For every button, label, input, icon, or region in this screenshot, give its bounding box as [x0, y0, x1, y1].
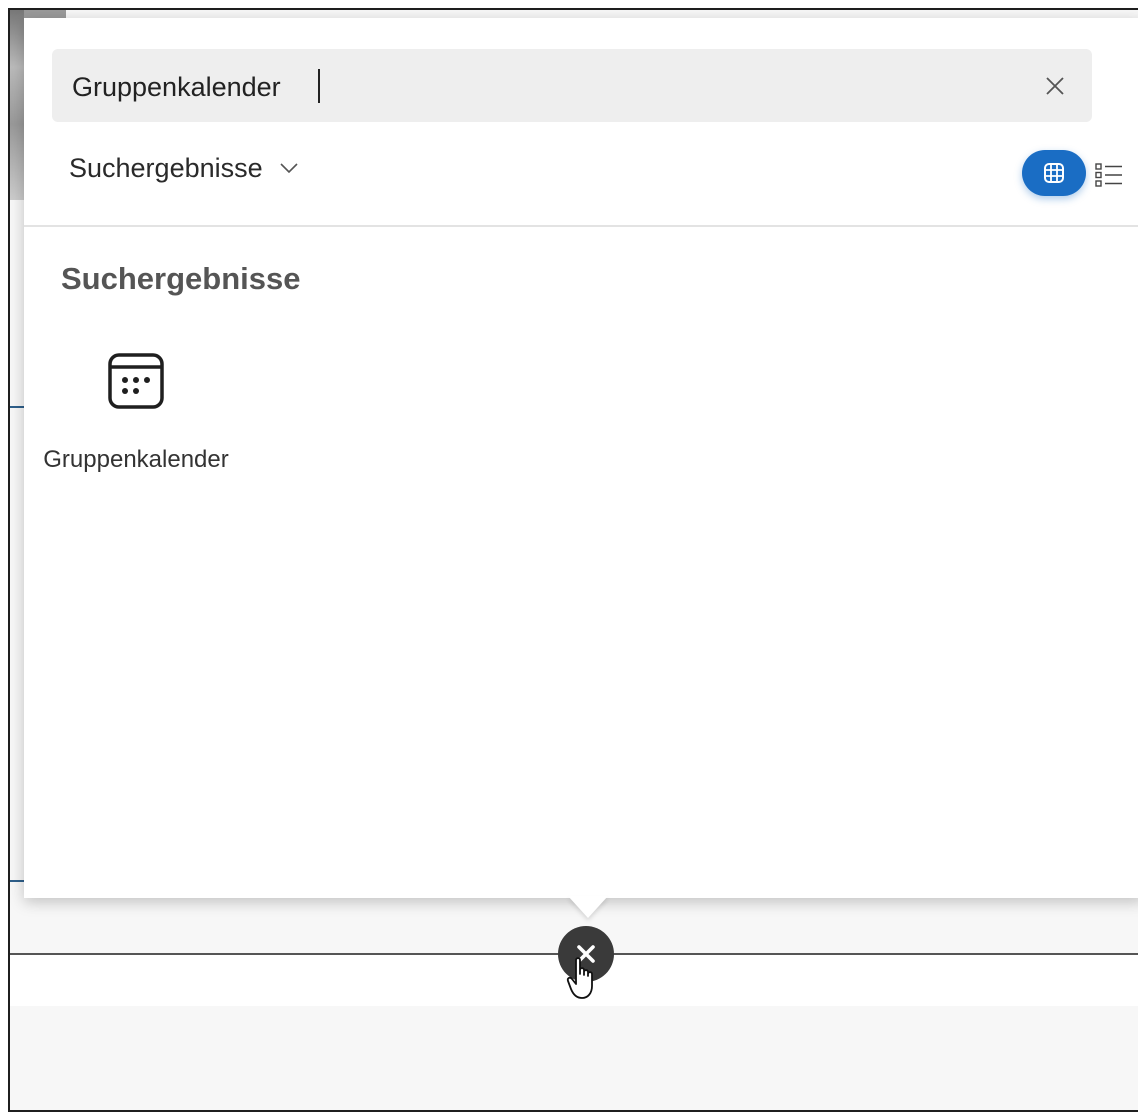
- result-item-label: Gruppenkalender: [43, 446, 229, 473]
- close-icon: [577, 945, 595, 963]
- background-accent-line: [10, 406, 24, 408]
- search-box: [52, 49, 1092, 122]
- grid-view-icon: [1044, 163, 1064, 183]
- calendar-icon: [108, 353, 164, 409]
- header-divider: [24, 225, 1138, 227]
- search-popup: Suchergebnisse Suchergebnisse G: [24, 18, 1138, 898]
- search-scope-dropdown[interactable]: Suchergebnisse: [69, 150, 299, 186]
- background-accent-line: [10, 880, 24, 882]
- close-icon: [1046, 77, 1064, 95]
- chevron-down-icon: [280, 163, 298, 174]
- results-heading: Suchergebnisse: [61, 261, 301, 296]
- result-item[interactable]: Gruppenkalender: [38, 343, 234, 533]
- list-view-icon: [1095, 163, 1122, 187]
- close-search-button[interactable]: [558, 926, 614, 982]
- search-input[interactable]: [70, 67, 974, 107]
- popup-pointer: [568, 896, 608, 918]
- grid-view-button[interactable]: [1022, 150, 1086, 196]
- text-caret: [318, 69, 320, 103]
- search-scope-label: Suchergebnisse: [69, 152, 263, 183]
- background-image-strip: [10, 10, 24, 200]
- list-view-button[interactable]: [1092, 158, 1126, 192]
- clear-search-button[interactable]: [1038, 69, 1072, 103]
